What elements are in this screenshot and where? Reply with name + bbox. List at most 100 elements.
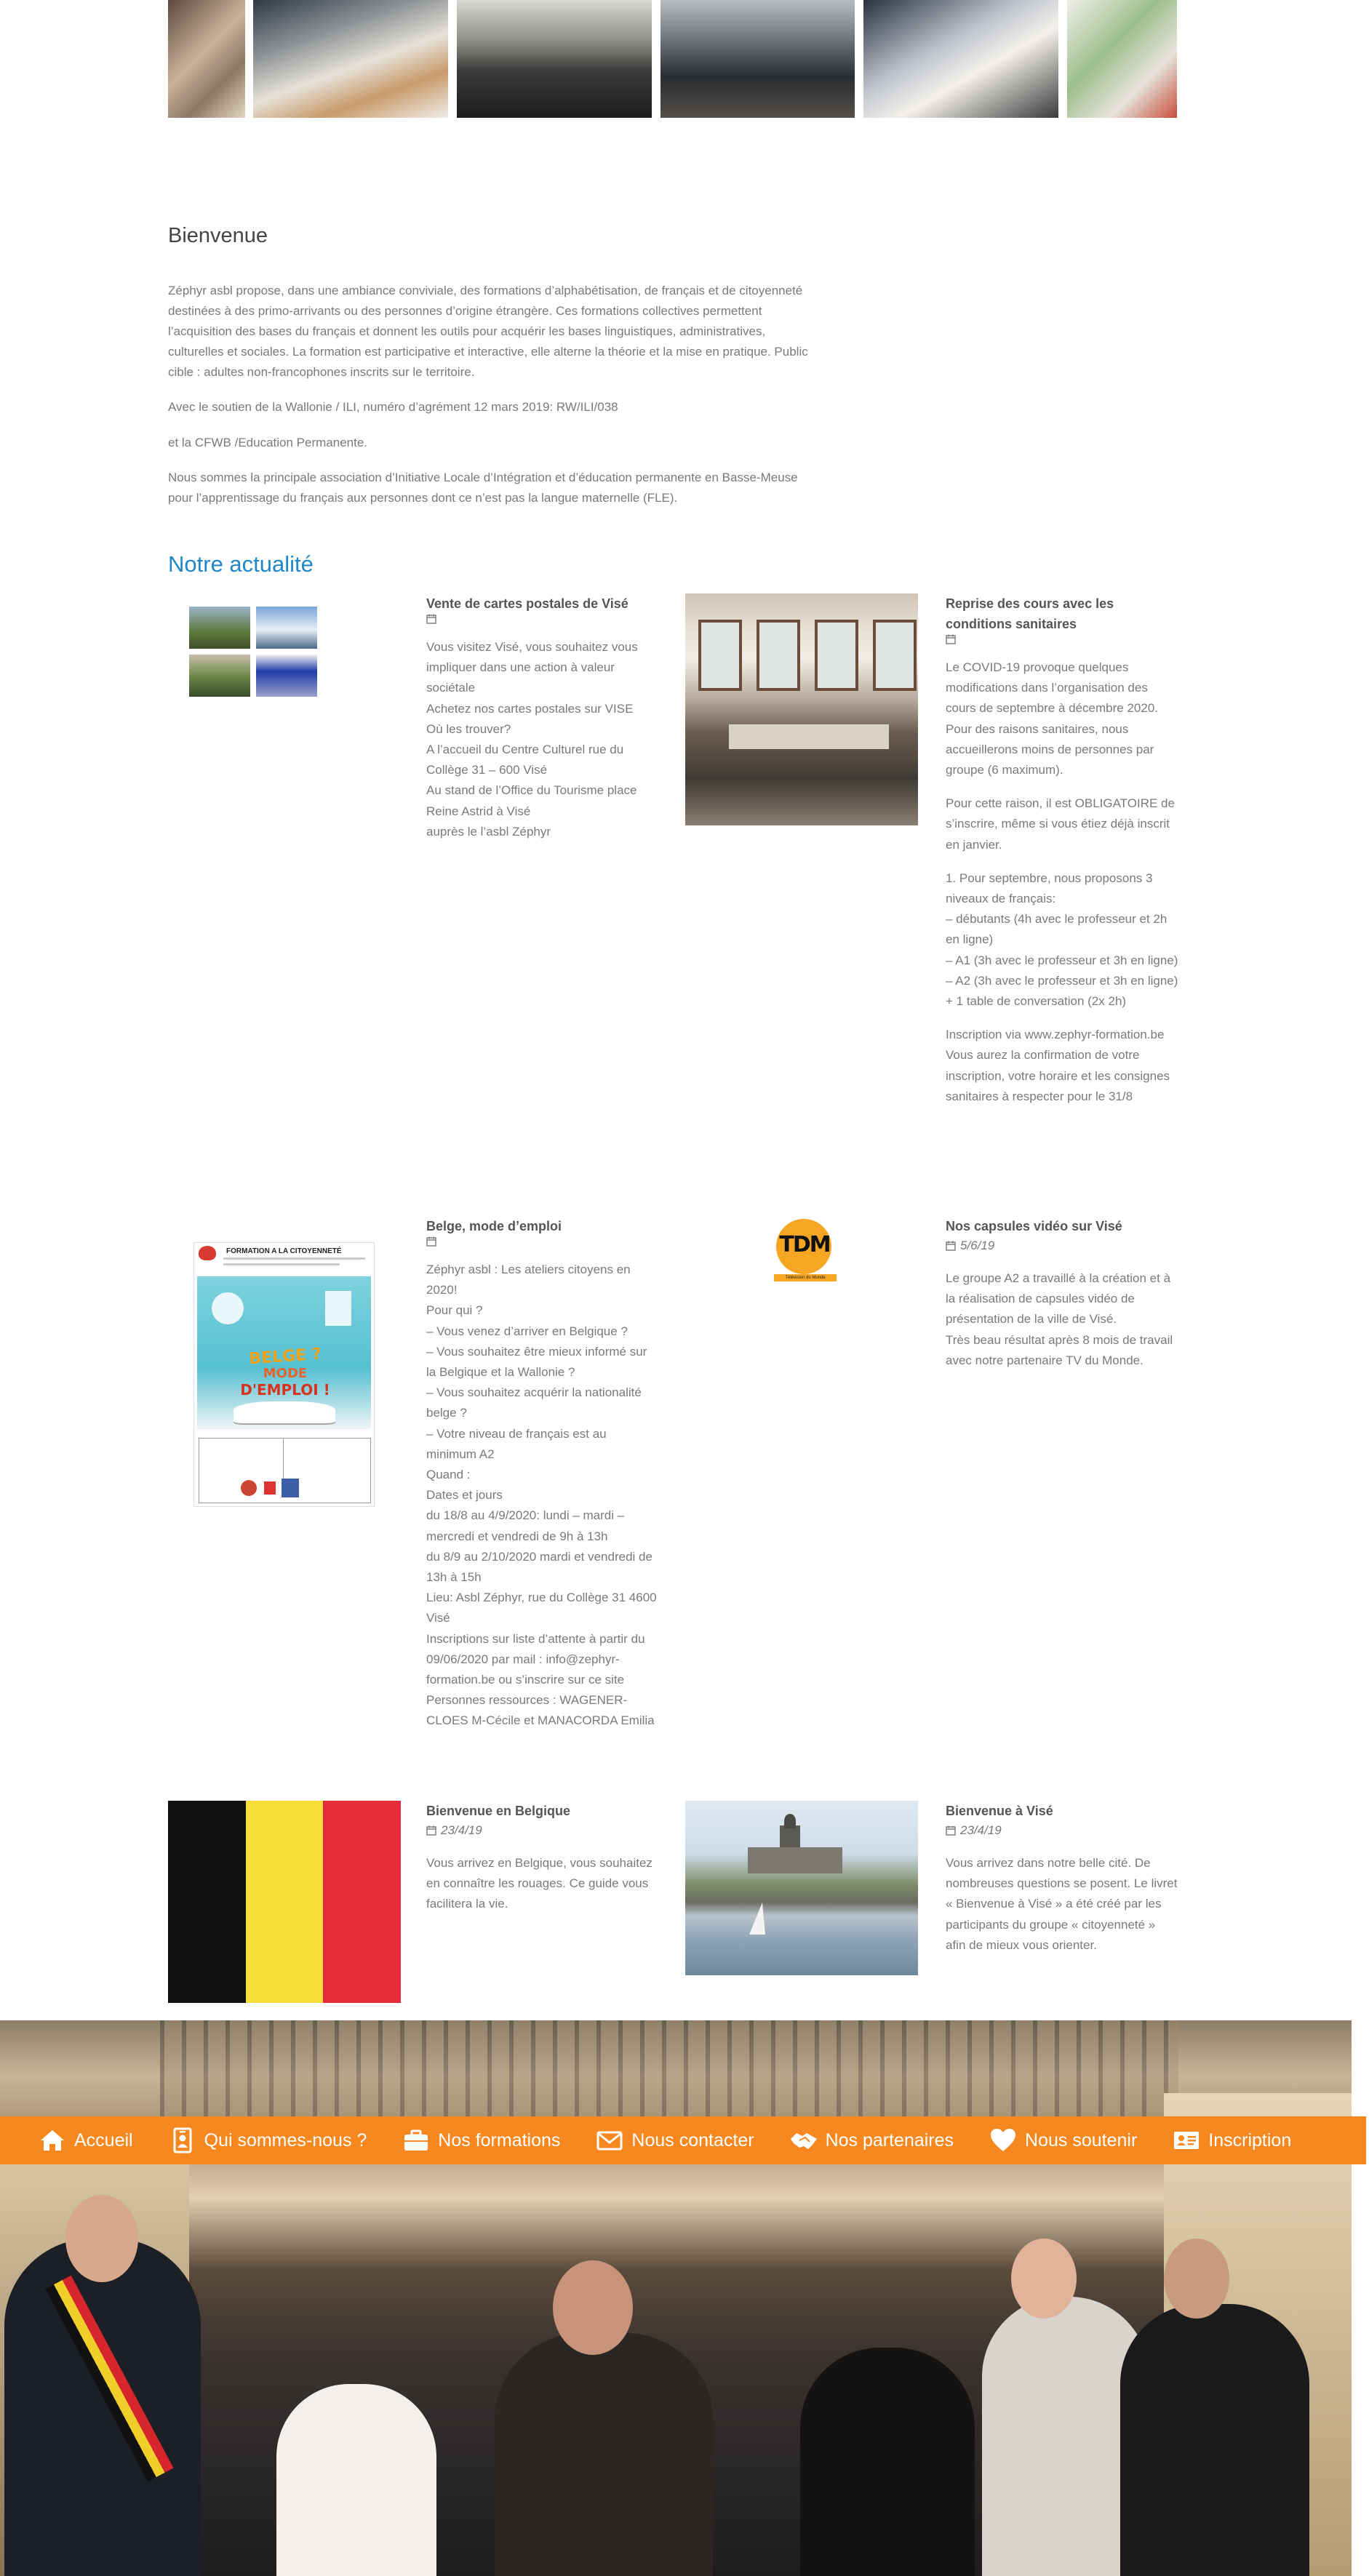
post-body: Le COVID-19 provoque quelques modificati… — [946, 657, 1178, 1107]
post-line: – Vous souhaitez être mieux informé sur … — [426, 1344, 647, 1380]
gallery-thumb[interactable] — [1067, 0, 1177, 118]
id-card-icon — [1174, 2132, 1200, 2149]
nav-inscription[interactable]: Inscription — [1154, 2116, 1309, 2164]
post-title[interactable]: Vente de cartes postales de Visé — [426, 593, 659, 614]
post-title[interactable]: Belge, mode d’emploi — [426, 1216, 659, 1236]
nav-label: Inscription — [1208, 2129, 1292, 2151]
main-navigation: Accueil Qui sommes-nous ? Nos formations… — [0, 2116, 1366, 2164]
vise-town-photo[interactable] — [685, 1801, 918, 1975]
post-line: A l’accueil du Centre Culturel rue du Co… — [426, 743, 624, 777]
welcome-title: Bienvenue — [168, 224, 268, 247]
nav-nos-formations[interactable]: Nos formations — [384, 2116, 578, 2164]
post-line: + 1 table de conversation (2x 2h) — [946, 994, 1127, 1009]
post-line: du 18/8 au 4/9/2020: lundi – mardi – mer… — [426, 1508, 625, 1543]
post-line: – A1 (3h avec le professeur et 3h en lig… — [946, 953, 1178, 967]
post-paragraph: Inscription via www.zephyr-formation.be … — [946, 1025, 1178, 1107]
home-icon — [41, 2130, 64, 2151]
post-line: Quand : — [426, 1468, 471, 1482]
gallery-thumb[interactable] — [660, 0, 855, 118]
post-body: Vous arrivez en Belgique, vous souhaitez… — [426, 1853, 659, 1915]
post-paragraph: Le COVID-19 provoque quelques modificati… — [946, 660, 1159, 777]
post-line: – Votre niveau de français est au minimu… — [426, 1426, 607, 1461]
post-line: 1. Pour septembre, nous proposons 3 nive… — [946, 871, 1153, 906]
post-line: Achetez nos cartes postales sur VISE — [426, 701, 634, 716]
intro-support-text: Avec le soutien de la Wallonie / ILI, nu… — [168, 400, 618, 414]
post-date — [426, 614, 659, 624]
post-date: 23/4/19 — [426, 1821, 659, 1840]
post-line: Le groupe A2 a travaillé à la création e… — [946, 1271, 1171, 1327]
post-title[interactable]: Bienvenue à Visé — [946, 1801, 1178, 1821]
post-date — [426, 1236, 659, 1247]
gallery-thumb[interactable] — [168, 0, 245, 118]
nav-accueil[interactable]: Accueil — [0, 2116, 151, 2164]
id-badge-icon — [173, 2127, 192, 2153]
post-date-text: 23/4/19 — [960, 1823, 1002, 1837]
post-paragraph: 1. Pour septembre, nous proposons 3 nive… — [946, 868, 1178, 1012]
post-date: 23/4/19 — [946, 1821, 1178, 1840]
briefcase-icon — [404, 2129, 428, 2151]
nav-label: Nos formations — [438, 2129, 561, 2151]
calendar-icon — [946, 634, 956, 644]
post-line: – Vous venez d’arriver en Belgique ? — [426, 1324, 628, 1338]
nav-nos-partenaires[interactable]: Nos partenaires — [772, 2116, 971, 2164]
post-line: Où les trouver? — [426, 721, 511, 736]
intro-paragraph: Zéphyr asbl propose, dans une ambiance c… — [168, 284, 808, 379]
post-body: Vous arrivez dans notre belle cité. De n… — [946, 1853, 1178, 1956]
post-line: Lieu: Asbl Zéphyr, rue du Collège 31 460… — [426, 1591, 657, 1625]
nav-label: Nous contacter — [631, 2129, 754, 2151]
post-title[interactable]: Bienvenue en Belgique — [426, 1801, 659, 1821]
post-body: Vous visitez Visé, vous souhaitez vous i… — [426, 637, 659, 842]
post-date: 5/6/19 — [946, 1236, 1178, 1255]
poster-heading: FORMATION A LA CITOYENNETÉ — [226, 1247, 342, 1255]
post-line: Au stand de l’Office du Tourisme place R… — [426, 783, 637, 818]
tdm-logo[interactable]: TDM Télévision du Monde — [774, 1219, 837, 1281]
nav-label: Nos partenaires — [825, 2129, 954, 2151]
post-line: Inscriptions sur liste d’attente à parti… — [426, 1631, 645, 1687]
calendar-icon — [426, 1236, 436, 1247]
post-line: – A2 (3h avec le professeur et 3h en lig… — [946, 973, 1178, 988]
post-paragraph: Pour cette raison, il est OBLIGATOIRE de… — [946, 796, 1175, 852]
calendar-icon — [946, 1241, 956, 1251]
gallery-thumb[interactable] — [863, 0, 1058, 118]
post-line: Vous visitez Visé, vous souhaitez vous i… — [426, 640, 638, 695]
post-title[interactable]: Nos capsules vidéo sur Visé — [946, 1216, 1178, 1236]
gallery-thumb[interactable] — [457, 0, 652, 118]
nav-label: Qui sommes-nous ? — [204, 2129, 367, 2151]
heart-icon — [991, 2129, 1016, 2151]
post-line: – Vous souhaitez acquérir la nationalité… — [426, 1385, 642, 1420]
post-line: auprès le l’asbl Zéphyr — [426, 824, 551, 839]
postcards-image[interactable] — [189, 607, 317, 697]
post-line: Vous aurez la confirmation de votre insc… — [946, 1048, 1170, 1103]
post-date-text: 23/4/19 — [441, 1823, 482, 1837]
post-line: Très beau résultat après 8 mois de trava… — [946, 1332, 1173, 1367]
citizenship-poster[interactable]: FORMATION A LA CITOYENNETÉ BELGE ? MODE … — [193, 1242, 375, 1507]
post-body: Zéphyr asbl : Les ateliers citoyens en 2… — [426, 1260, 659, 1732]
classroom-photo[interactable] — [685, 593, 918, 825]
poster-big-text: D'EMPLOI ! — [240, 1381, 330, 1399]
nav-nous-contacter[interactable]: Nous contacter — [578, 2116, 771, 2164]
handshake-icon — [790, 2133, 817, 2149]
nav-label: Accueil — [74, 2129, 133, 2151]
post-line: du 8/9 au 2/10/2020 mardi et vendredi de… — [426, 1549, 652, 1585]
nav-label: Nous soutenir — [1025, 2129, 1138, 2151]
post-body: Le groupe A2 a travaillé à la création e… — [946, 1268, 1178, 1371]
news-section-title: Notre actualité — [168, 551, 314, 577]
nav-nous-soutenir[interactable]: Nous soutenir — [971, 2116, 1154, 2164]
post-date-text: 5/6/19 — [960, 1239, 995, 1252]
calendar-icon — [426, 614, 436, 624]
belgian-flag-image[interactable] — [168, 1801, 401, 2003]
calendar-icon — [426, 1825, 436, 1836]
intro-cfwb-text: et la CFWB /Education Permanente. — [168, 436, 368, 449]
tdm-logo-subtitle: Télévision du Monde — [774, 1274, 837, 1281]
post-title[interactable]: Reprise des cours avec les conditions sa… — [946, 593, 1178, 634]
calendar-icon — [946, 1825, 956, 1836]
nav-qui-sommes-nous[interactable]: Qui sommes-nous ? — [151, 2116, 385, 2164]
post-line: Personnes ressources : WAGENER-CLOES M-C… — [426, 1693, 655, 1728]
post-line: Inscription via www.zephyr-formation.be — [946, 1028, 1165, 1042]
post-date — [946, 634, 1178, 644]
tdm-logo-text: TDM — [779, 1232, 831, 1257]
post-line: Dates et jours — [426, 1488, 503, 1503]
post-line: Vous arrivez en Belgique, vous souhaitez… — [426, 1856, 652, 1911]
group-photo-hero — [0, 2020, 1352, 2576]
gallery-thumb[interactable] — [253, 0, 448, 118]
